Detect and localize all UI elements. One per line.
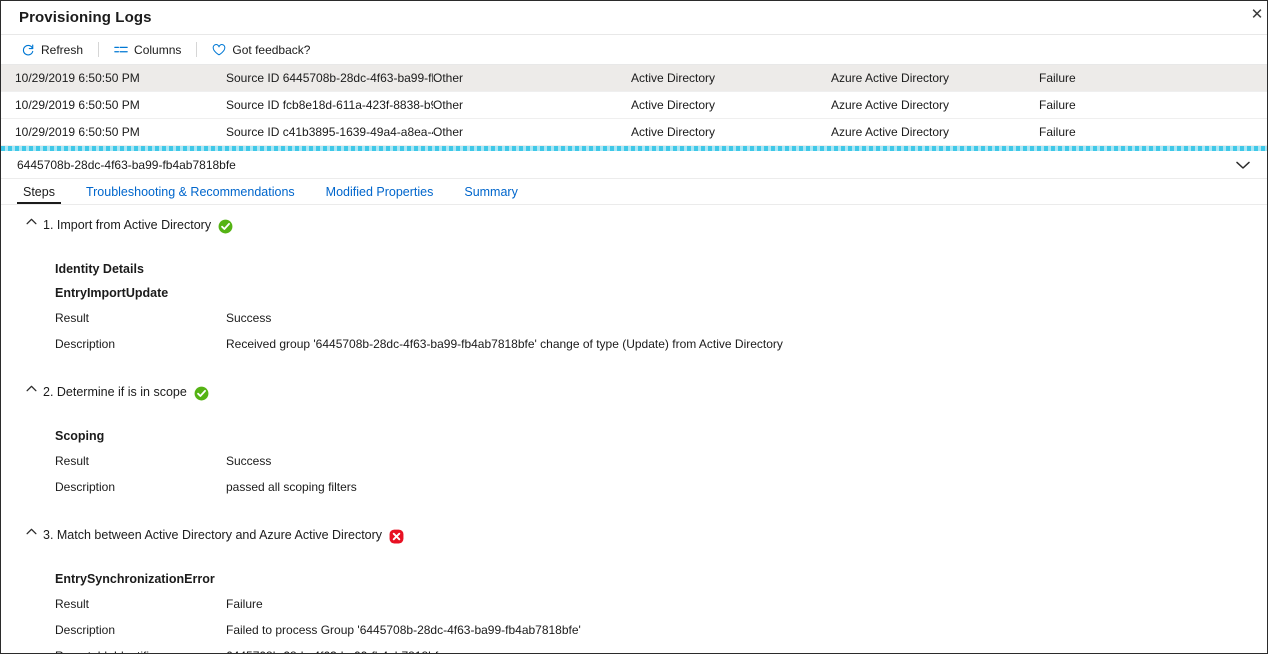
refresh-label: Refresh (41, 43, 83, 57)
spacer (1, 505, 1267, 527)
chevron-down-icon[interactable] (1229, 151, 1257, 179)
property-key: Result (55, 310, 226, 326)
tab-modified-properties[interactable]: Modified Properties (320, 184, 440, 204)
spacer (1, 362, 1267, 384)
success-icon (218, 219, 233, 234)
property-value: Success (226, 310, 271, 326)
refresh-icon (21, 43, 35, 57)
identity-details-title: Identity Details (55, 262, 1267, 276)
property-key: Description (55, 336, 226, 352)
step-block: 3. Match between Active Directory and Az… (1, 527, 1267, 654)
refresh-button[interactable]: Refresh (15, 38, 89, 62)
chevron-up-icon[interactable] (23, 218, 39, 225)
property-key: Result (55, 596, 226, 612)
step-title-text: 3. Match between Active Directory and Az… (43, 527, 382, 544)
table-row[interactable]: 10/29/2019 6:50:50 PMSource ID 6445708b-… (1, 65, 1267, 92)
step-title: 3. Match between Active Directory and Az… (43, 527, 404, 544)
columns-button[interactable]: Columns (108, 38, 187, 62)
toolbar-divider (196, 42, 197, 57)
property-value: Failed to process Group '6445708b-28dc-4… (226, 622, 581, 638)
error-icon (389, 529, 404, 544)
cell-target-system: Azure Active Directory (831, 71, 1039, 85)
chevron-up-icon[interactable] (23, 528, 39, 535)
chevron-up-icon[interactable] (23, 385, 39, 392)
tab-summary[interactable]: Summary (458, 184, 523, 204)
cell-date: 10/29/2019 6:50:50 PM (15, 71, 226, 85)
detail-tabs: Steps Troubleshooting & Recommendations Mo… (1, 179, 1267, 205)
step-title: 2. Determine if is in scope (43, 384, 209, 401)
page-title: Provisioning Logs (1, 9, 152, 26)
property-row: ResultSuccess (55, 453, 1267, 469)
cell-status: Failure (1039, 71, 1267, 85)
property-value: 6445708b-28dc-4f63-ba99-fb4ab7818bfe (226, 648, 445, 654)
table-row[interactable]: 10/29/2019 6:50:50 PMSource ID fcb8e18d-… (1, 92, 1267, 119)
cell-status: Failure (1039, 98, 1267, 112)
detail-header[interactable]: 6445708b-28dc-4f63-ba99-fb4ab7818bfe (1, 151, 1267, 179)
command-bar: Refresh Columns Got feedback? (1, 35, 1267, 65)
property-row: ReportableIdentifier6445708b-28dc-4f63-b… (55, 648, 1267, 654)
cell-source-system: Active Directory (631, 125, 831, 139)
provisioning-logs-table: 10/29/2019 6:50:50 PMSource ID 6445708b-… (1, 65, 1267, 146)
tab-troubleshooting-recommendations[interactable]: Troubleshooting & Recommendations (80, 184, 301, 204)
cell-action: Other (433, 71, 631, 85)
property-key: Result (55, 453, 226, 469)
property-row: Descriptionpassed all scoping filters (55, 479, 1267, 495)
feedback-label: Got feedback? (232, 43, 310, 57)
steps-content: 1. Import from Active Directory Identity … (1, 205, 1267, 654)
property-value: passed all scoping filters (226, 479, 357, 495)
step-section-title: Scoping (55, 429, 1267, 443)
cell-action: Other (433, 98, 631, 112)
tab-steps[interactable]: Steps (17, 184, 61, 204)
property-key: Description (55, 622, 226, 638)
property-row: DescriptionReceived group '6445708b-28dc… (55, 336, 1267, 352)
title-bar: Provisioning Logs ✕ (1, 1, 1267, 35)
cell-target-system: Azure Active Directory (831, 98, 1039, 112)
step-block: 1. Import from Active Directory Identity … (1, 217, 1267, 384)
step-title-text: 2. Determine if is in scope (43, 384, 187, 401)
cell-source-id: Source ID 6445708b-28dc-4f63-ba99-fb4 (226, 71, 433, 85)
cell-action: Other (433, 125, 631, 139)
cell-source-system: Active Directory (631, 98, 831, 112)
provisioning-logs-window: Provisioning Logs ✕ Refresh Columns (0, 0, 1268, 654)
step-header[interactable]: 3. Match between Active Directory and Az… (1, 527, 1267, 549)
step-body: Identity Details EntryImportUpdate ResultS… (1, 239, 1267, 352)
step-body: EntrySynchronizationErrorResultFailureDe… (1, 549, 1267, 654)
property-key: Description (55, 479, 226, 495)
success-icon (194, 386, 209, 401)
close-icon[interactable]: ✕ (1246, 2, 1268, 26)
detail-pane: 6445708b-28dc-4f63-ba99-fb4ab7818bfe Ste… (1, 151, 1267, 654)
cell-status: Failure (1039, 125, 1267, 139)
heart-icon (212, 43, 226, 57)
cell-source-system: Active Directory (631, 71, 831, 85)
cell-source-id: Source ID fcb8e18d-611a-423f-8838-b9d (226, 98, 433, 112)
property-value: Success (226, 453, 271, 469)
detail-header-id: 6445708b-28dc-4f63-ba99-fb4ab7818bfe (17, 158, 236, 172)
step-title: 1. Import from Active Directory (43, 217, 233, 234)
property-row: ResultSuccess (55, 310, 1267, 326)
cell-target-system: Azure Active Directory (831, 125, 1039, 139)
property-row: DescriptionFailed to process Group '6445… (55, 622, 1267, 638)
step-section-title: EntryImportUpdate (55, 286, 1267, 300)
property-value: Failure (226, 596, 263, 612)
toolbar-divider (98, 42, 99, 57)
property-value: Received group '6445708b-28dc-4f63-ba99-… (226, 336, 783, 352)
step-header[interactable]: 1. Import from Active Directory (1, 217, 1267, 239)
property-key: ReportableIdentifier (55, 648, 226, 654)
step-title-text: 1. Import from Active Directory (43, 217, 211, 234)
columns-label: Columns (134, 43, 181, 57)
step-header[interactable]: 2. Determine if is in scope (1, 384, 1267, 406)
got-feedback-button[interactable]: Got feedback? (206, 38, 316, 62)
step-body: ScopingResultSuccessDescriptionpassed al… (1, 406, 1267, 495)
cell-source-id: Source ID c41b3895-1639-49a4-a8ea-466 (226, 125, 433, 139)
cell-date: 10/29/2019 6:50:50 PM (15, 98, 226, 112)
cell-date: 10/29/2019 6:50:50 PM (15, 125, 226, 139)
table-row[interactable]: 10/29/2019 6:50:50 PMSource ID c41b3895-… (1, 119, 1267, 146)
property-row: ResultFailure (55, 596, 1267, 612)
columns-icon (114, 43, 128, 57)
step-section-title: EntrySynchronizationError (55, 572, 1267, 586)
step-block: 2. Determine if is in scope Scoping Result… (1, 384, 1267, 527)
